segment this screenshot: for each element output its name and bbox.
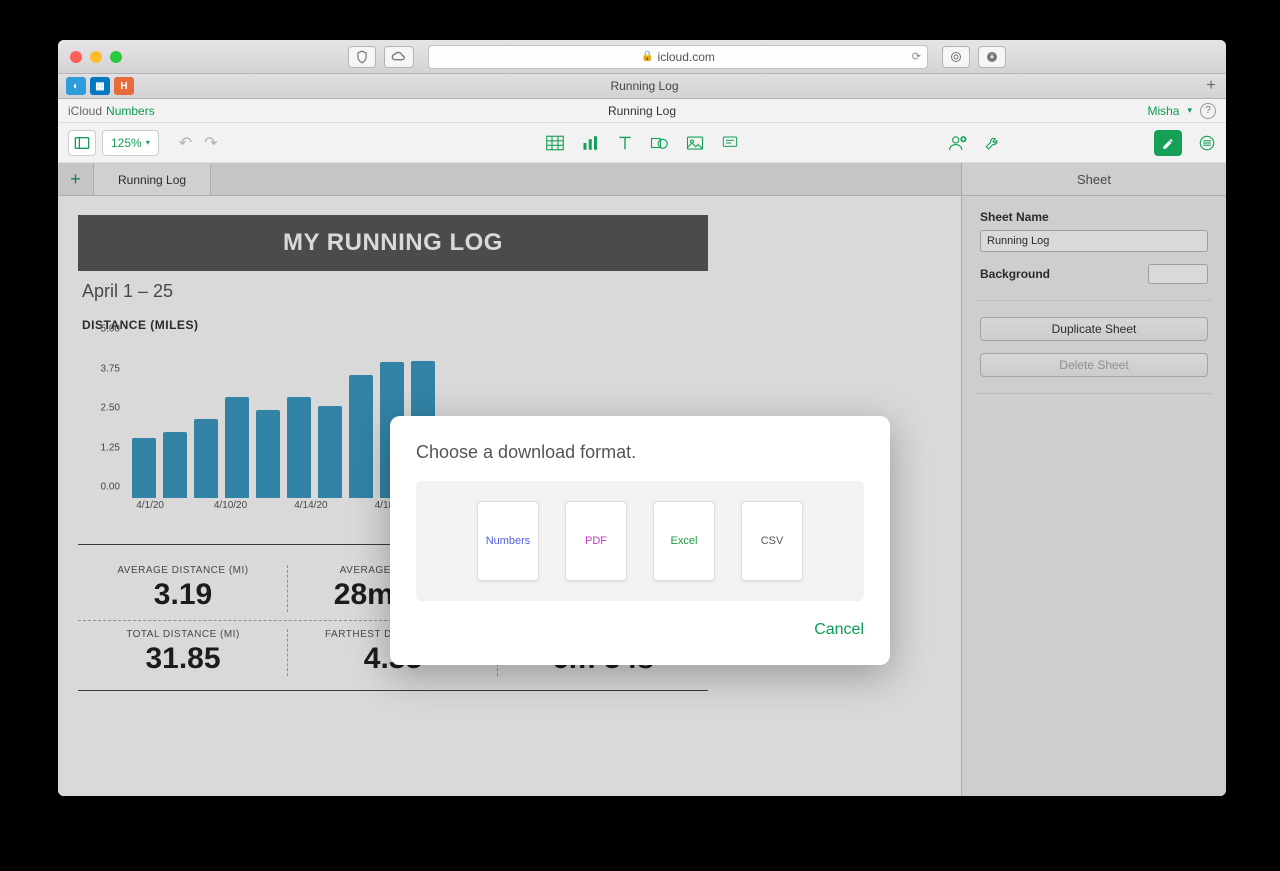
- new-tab-button[interactable]: +: [1202, 77, 1220, 95]
- privacy-report-button[interactable]: [348, 46, 376, 68]
- shape-icon[interactable]: [650, 135, 668, 151]
- zoom-window-button[interactable]: [110, 51, 122, 63]
- format-button[interactable]: [1154, 130, 1182, 156]
- app-titlebar: iCloud Numbers Running Log Misha ▾ ?: [58, 99, 1226, 123]
- icloud-tabs-button[interactable]: [384, 46, 414, 68]
- url-host: icloud.com: [658, 50, 715, 64]
- browser-tab[interactable]: Running Log: [605, 79, 678, 93]
- lock-icon: 🔒: [641, 51, 653, 62]
- format-excel-button[interactable]: Excel: [653, 501, 715, 581]
- view-button[interactable]: [68, 130, 96, 156]
- tools-icon[interactable]: [984, 134, 1002, 152]
- text-icon[interactable]: [618, 135, 632, 151]
- comment-icon[interactable]: [722, 135, 738, 151]
- safari-toolbar: 🔒 icloud.com ⟳: [58, 40, 1226, 74]
- chart-icon[interactable]: [582, 135, 600, 151]
- cancel-button[interactable]: Cancel: [814, 621, 864, 639]
- format-pdf-button[interactable]: PDF: [565, 501, 627, 581]
- zoom-value: 125%: [111, 136, 142, 150]
- media-icon[interactable]: [686, 135, 704, 151]
- favorite-item[interactable]: H: [114, 77, 134, 95]
- format-options: Numbers PDF Excel CSV: [416, 481, 864, 601]
- format-csv-button[interactable]: CSV: [741, 501, 803, 581]
- help-button[interactable]: ?: [1200, 103, 1216, 119]
- format-numbers-button[interactable]: Numbers: [477, 501, 539, 581]
- breadcrumb-app[interactable]: Numbers: [106, 104, 155, 118]
- download-format-modal: Choose a download format. Numbers PDF Ex…: [390, 416, 890, 665]
- user-menu[interactable]: Misha: [1147, 104, 1179, 118]
- tab-bar: ◐ ▦ H Running Log +: [58, 74, 1226, 99]
- insert-tools: [546, 135, 738, 151]
- window-controls: [70, 51, 122, 63]
- organize-icon[interactable]: [1198, 134, 1216, 152]
- tab-title-text: Running Log: [610, 79, 678, 93]
- undo-button[interactable]: ↶: [179, 133, 192, 153]
- redo-button[interactable]: ↷: [204, 133, 217, 153]
- content-area: + Running Log MY RUNNING LOG April 1 – 2…: [58, 163, 1226, 796]
- favorite-item[interactable]: ◐: [66, 77, 86, 95]
- table-icon[interactable]: [546, 135, 564, 151]
- modal-title: Choose a download format.: [416, 442, 864, 463]
- close-window-button[interactable]: [70, 51, 82, 63]
- url-bar[interactable]: 🔒 icloud.com ⟳: [428, 45, 928, 69]
- minimize-window-button[interactable]: [90, 51, 102, 63]
- zoom-select[interactable]: 125% ▾: [102, 130, 159, 156]
- collaborate-icon[interactable]: [948, 134, 968, 152]
- favorite-item[interactable]: ▦: [90, 77, 110, 95]
- breadcrumb-icloud[interactable]: iCloud: [68, 104, 102, 118]
- safari-window: 🔒 icloud.com ⟳ ◐ ▦ H Running Log + iClou…: [58, 40, 1226, 796]
- reload-icon[interactable]: ⟳: [912, 50, 921, 63]
- downloads-button[interactable]: [978, 46, 1006, 68]
- reader-button[interactable]: [942, 46, 970, 68]
- chevron-down-icon: ▾: [146, 138, 150, 147]
- app-toolbar: 125% ▾ ↶ ↷: [58, 123, 1226, 163]
- document-title: Running Log: [608, 104, 676, 118]
- chevron-down-icon: ▾: [1187, 105, 1192, 116]
